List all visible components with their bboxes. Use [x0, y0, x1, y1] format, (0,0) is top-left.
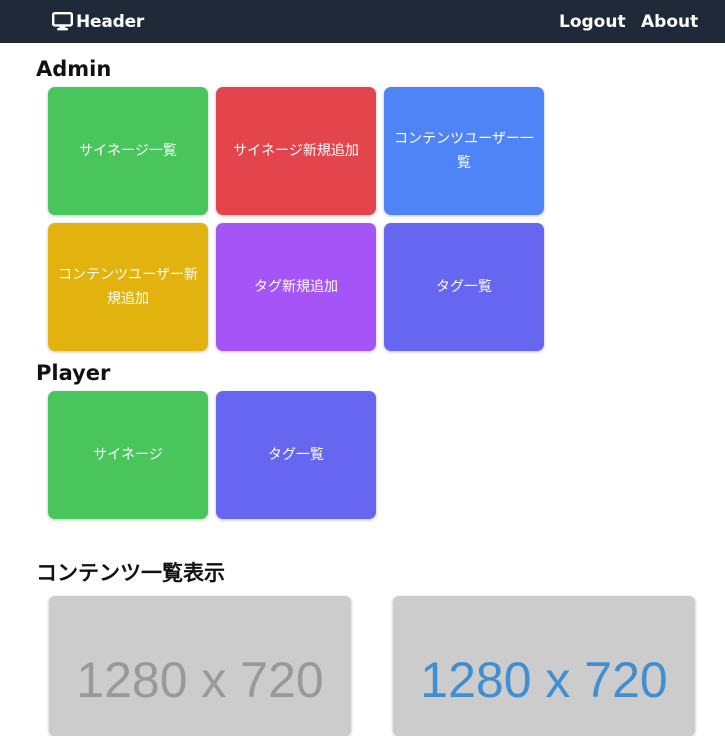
player-section-title: Player — [36, 361, 111, 385]
tile-label: サイネージ一覧 — [79, 143, 177, 159]
tag-list-tile[interactable]: タグ一覧 — [384, 223, 544, 351]
content-thumbnail[interactable]: 1280 x 720 — [393, 596, 695, 736]
logout-link[interactable]: Logout — [559, 0, 626, 43]
contents-section-title: コンテンツ一覧表示 — [36, 561, 225, 585]
content-user-add-tile[interactable]: コンテンツユーザー新規追加 — [48, 223, 208, 351]
tile-label: コンテンツユーザー新規追加 — [58, 267, 198, 307]
tile-label: サイネージ — [93, 447, 163, 463]
thumbnail-size-label: 1280 x 720 — [76, 652, 324, 708]
tile-label: タグ新規追加 — [254, 279, 338, 295]
signage-add-tile[interactable]: サイネージ新規追加 — [216, 87, 376, 215]
player-tag-list-tile[interactable]: タグ一覧 — [216, 391, 376, 519]
admin-section-title: Admin — [36, 57, 112, 81]
header-bar: Header Logout About — [0, 0, 725, 43]
signage-list-tile[interactable]: サイネージ一覧 — [48, 87, 208, 215]
brand[interactable]: Header — [52, 0, 144, 43]
tile-label: サイネージ新規追加 — [233, 143, 359, 159]
about-link[interactable]: About — [641, 0, 698, 43]
content-user-list-tile[interactable]: コンテンツユーザー一覧 — [384, 87, 544, 215]
player-signage-tile[interactable]: サイネージ — [48, 391, 208, 519]
content-thumbnail[interactable]: 1280 x 720 — [49, 596, 351, 736]
tile-label: タグ一覧 — [436, 279, 492, 295]
thumbnail-size-label: 1280 x 720 — [420, 652, 668, 708]
tile-label: タグ一覧 — [268, 447, 324, 463]
tag-add-tile[interactable]: タグ新規追加 — [216, 223, 376, 351]
tile-label: コンテンツユーザー一覧 — [394, 131, 534, 171]
monitor-icon — [52, 12, 76, 31]
brand-label: Header — [76, 11, 145, 32]
